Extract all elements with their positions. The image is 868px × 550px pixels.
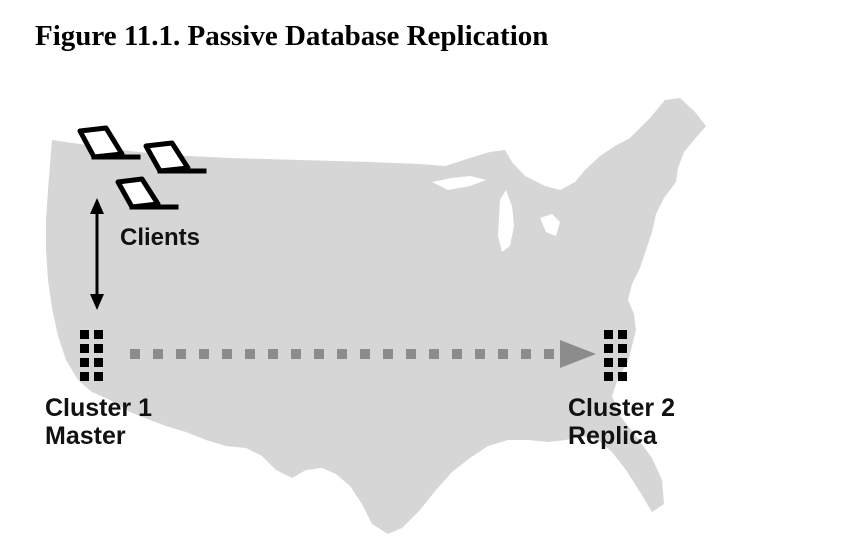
clients-label: Clients (120, 224, 201, 251)
cluster1-role-label: Master (45, 422, 126, 450)
cluster2-role-label: Replica (568, 422, 657, 450)
cluster1-name-label: Cluster 1 (45, 394, 152, 422)
cluster2-name-label: Cluster 2 (568, 394, 675, 422)
replication-diagram (46, 98, 706, 534)
usa-map (46, 98, 706, 534)
